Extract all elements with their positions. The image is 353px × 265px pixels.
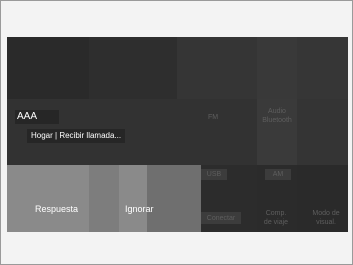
button-shade [89, 165, 119, 232]
menu-item-label: Audio [268, 108, 286, 115]
menu-item-bluetooth-audio: Audio Bluetooth [257, 107, 297, 125]
menu-item-label: Modo de [312, 210, 340, 217]
bg-tile [89, 37, 177, 99]
bg-tile [297, 99, 348, 165]
menu-item-usb: USB [201, 169, 227, 180]
bg-tile [297, 37, 348, 99]
menu-item-am: AM [265, 169, 291, 180]
bg-tile [7, 37, 89, 99]
bg-tile [177, 37, 257, 99]
ignore-button-label: Ignorar [125, 204, 154, 214]
menu-item-trip-computer: Comp. de viaje [261, 209, 291, 227]
bg-tile [257, 37, 297, 99]
caller-name: AAA [15, 110, 59, 124]
answer-button-label: Respuesta [35, 204, 79, 214]
display-screen: FM Audio Bluetooth USB AM Conectar Comp.… [7, 37, 348, 232]
bg-tile [201, 99, 257, 165]
answer-button[interactable]: Respuesta [7, 165, 147, 232]
screenshot-frame: FM Audio Bluetooth USB AM Conectar Comp.… [0, 0, 353, 265]
menu-item-label: USB [206, 171, 222, 178]
ignore-button[interactable]: Ignorar [125, 165, 201, 232]
menu-item-label: Bluetooth [262, 117, 292, 124]
menu-item-display-mode: Modo de visual. [307, 209, 345, 227]
menu-item-fm: FM [207, 114, 219, 121]
menu-item-label: visual. [316, 219, 336, 226]
menu-item-label: Conectar [206, 215, 236, 222]
menu-item-label: Comp. [265, 210, 287, 217]
menu-item-label: de viaje [263, 219, 289, 226]
caller-info: Hogar | Recibir llamada... [27, 129, 126, 143]
menu-item-connect: Conectar [201, 212, 241, 224]
menu-item-label: AM [272, 171, 284, 178]
